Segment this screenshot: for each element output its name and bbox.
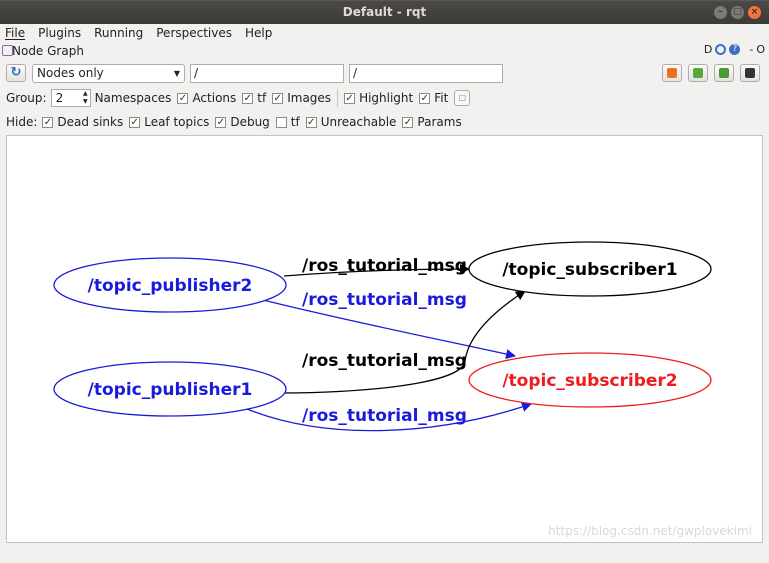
debug-check: ✓: [215, 116, 227, 128]
group-value: 2: [55, 91, 64, 105]
menu-help[interactable]: Help: [245, 24, 272, 42]
fit-check: ✓: [419, 92, 431, 104]
minimize-window-button[interactable]: –: [714, 6, 727, 19]
fit-label: Fit: [434, 91, 449, 105]
menu-perspectives[interactable]: Perspectives: [156, 24, 232, 42]
images-label: Images: [287, 91, 332, 105]
load-dot-button[interactable]: [662, 64, 682, 82]
menu-running[interactable]: Running: [94, 24, 143, 42]
graph-mode-value: Nodes only: [37, 66, 104, 80]
node-topic-publisher2[interactable]: /topic_publisher2: [53, 257, 287, 313]
fit-view-icon: ▢: [458, 93, 467, 102]
params-label: Params: [417, 115, 462, 129]
node-label-publisher1: /topic_publisher1: [88, 380, 253, 400]
images-checkbox[interactable]: ✓ Images: [272, 91, 331, 105]
dead-sinks-check: ✓: [42, 116, 54, 128]
node-topic-subscriber1[interactable]: /topic_subscriber1: [468, 241, 712, 297]
group-label: Group:: [6, 91, 47, 105]
node-label-subscriber2: /topic_subscriber2: [502, 371, 677, 391]
folder-icon: [667, 68, 677, 78]
actions-check: ✓: [177, 92, 189, 104]
hide-label: Hide:: [6, 115, 38, 129]
save-dot-button[interactable]: [688, 64, 708, 82]
tf-hide-checkbox[interactable]: tf: [275, 115, 300, 129]
topic-filter-input[interactable]: /: [349, 64, 503, 83]
tf-hide-label: tf: [290, 115, 300, 129]
minimize-plugin-button[interactable]: -: [749, 43, 753, 56]
group-spinbox[interactable]: 2 ▲ ▼: [50, 89, 91, 107]
leaf-topics-check: ✓: [129, 116, 141, 128]
node-topic-publisher1[interactable]: /topic_publisher1: [53, 361, 287, 417]
highlight-checkbox[interactable]: ✓ Highlight: [344, 91, 413, 105]
toolbar-separator: [337, 89, 339, 107]
node-topic-subscriber2[interactable]: /topic_subscriber2: [468, 352, 712, 408]
menu-file[interactable]: File: [5, 24, 25, 42]
unreachable-check: ✓: [305, 116, 317, 128]
tf-group-label: tf: [257, 91, 267, 105]
close-plugin-button[interactable]: O: [756, 43, 765, 56]
tf-group-checkbox[interactable]: ✓ tf: [242, 91, 266, 105]
leaf-topics-checkbox[interactable]: ✓ Leaf topics: [129, 115, 209, 129]
group-options-row: Group: 2 ▲ ▼ Namespaces ✓ Actions ✓ tf ✓ Im…: [6, 88, 471, 108]
params-check: ✓: [402, 116, 414, 128]
dock-button[interactable]: D: [704, 43, 712, 56]
edge-label-p1-s2: /ros_tutorial_msg: [302, 406, 467, 426]
images-check: ✓: [272, 92, 284, 104]
menu-bar: File Plugins Running Perspectives Help: [0, 24, 769, 42]
highlight-label: Highlight: [359, 91, 414, 105]
highlight-check: ✓: [344, 92, 356, 104]
graph-svg: /ros_tutorial_msg /ros_tutorial_msg /ros…: [53, 241, 712, 432]
spin-down-icon[interactable]: ▼: [83, 98, 88, 106]
refresh-button[interactable]: ↻: [6, 64, 26, 82]
spin-up-icon[interactable]: ▲: [83, 90, 88, 98]
fit-checkbox[interactable]: ✓ Fit: [419, 91, 448, 105]
actions-checkbox[interactable]: ✓ Actions: [177, 91, 236, 105]
namespaces-option[interactable]: Namespaces: [95, 91, 172, 105]
window-title: Default - rqt: [342, 5, 427, 19]
leaf-topics-label: Leaf topics: [144, 115, 210, 129]
help-icon[interactable]: ?: [729, 44, 741, 55]
save-image-button[interactable]: [740, 64, 760, 82]
chevron-down-icon: ▼: [173, 69, 180, 78]
tf-hide-check: [275, 116, 287, 128]
image-icon: [745, 68, 755, 78]
tf-group-check: ✓: [242, 92, 254, 104]
plugin-titlebar: Node Graph D ? - O: [0, 42, 769, 60]
debug-label: Debug: [230, 115, 270, 129]
node-filter-input[interactable]: /: [190, 64, 344, 83]
graph-canvas[interactable]: /ros_tutorial_msg /ros_tutorial_msg /ros…: [6, 135, 763, 543]
namespaces-label: Namespaces: [94, 91, 172, 105]
close-window-button[interactable]: ×: [748, 6, 761, 19]
edge-label-p2-s2: /ros_tutorial_msg: [302, 290, 467, 310]
window-titlebar: Default - rqt – □ ×: [0, 0, 769, 24]
graph-mode-select[interactable]: Nodes only ▼: [32, 64, 185, 83]
plugin-title: Node Graph: [12, 44, 84, 58]
params-checkbox[interactable]: ✓ Params: [402, 115, 462, 129]
dead-sinks-checkbox[interactable]: ✓ Dead sinks: [42, 115, 123, 129]
fit-in-view-button[interactable]: ▢: [454, 90, 471, 106]
reload-icon[interactable]: [715, 44, 727, 55]
unreachable-label: Unreachable: [320, 115, 397, 129]
dead-sinks-label: Dead sinks: [57, 115, 124, 129]
unreachable-checkbox[interactable]: ✓ Unreachable: [305, 115, 397, 129]
save-svg-icon: [719, 68, 729, 78]
actions-label: Actions: [192, 91, 237, 105]
hide-options-row: Hide: ✓ Dead sinks ✓ Leaf topics ✓ Debug tf…: [6, 112, 468, 132]
save-svg-button[interactable]: [714, 64, 734, 82]
debug-checkbox[interactable]: ✓ Debug: [215, 115, 270, 129]
menu-plugins[interactable]: Plugins: [38, 24, 81, 42]
refresh-icon: ↻: [10, 65, 22, 80]
watermark: https://blog.csdn.net/gwplovekimi: [548, 524, 752, 538]
save-icon: [693, 68, 703, 78]
node-label-publisher2: /topic_publisher2: [88, 276, 253, 296]
toolbar: ↻ Nodes only ▼ / /: [0, 62, 769, 84]
edge-label-p1-s1: /ros_tutorial_msg: [302, 351, 467, 371]
maximize-window-button[interactable]: □: [731, 6, 744, 19]
edge-label-p2-s1: /ros_tutorial_msg: [302, 256, 467, 276]
node-label-subscriber1: /topic_subscriber1: [502, 260, 677, 280]
